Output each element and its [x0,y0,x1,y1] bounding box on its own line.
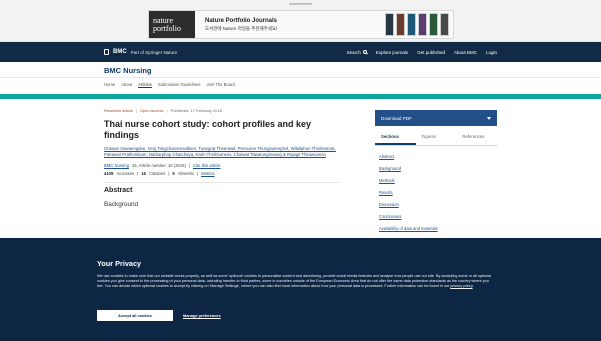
published-date: Published: 17 February 2016 [170,108,222,113]
manage-preferences-button[interactable]: Manage preferences [183,310,221,321]
nav-get-published[interactable]: Get published [417,50,445,55]
ad-banner[interactable]: nature portfolio Nature Portfolio Journa… [148,10,454,39]
article-main: Research article | Open Access | Publish… [104,108,339,208]
teal-divider [0,94,601,99]
search-icon [362,50,367,54]
cookie-body: We use cookies to make sure that our web… [97,274,492,288]
nav-login[interactable]: Login [486,50,497,55]
ad-title: Nature Portfolio Journals [205,17,278,24]
altmetric-count: 5 [172,171,175,176]
citations-count: 16 [141,171,147,176]
breadcrumb-submission-guidelines[interactable]: Submission Guidelines [158,82,201,87]
sidebar-tabs: Sections Figures References [375,130,497,146]
download-label: Download PDF [381,115,412,121]
breadcrumb-home[interactable]: Home [104,82,115,87]
separator: | [197,171,199,176]
journal-cover [385,13,394,36]
journal-covers [385,13,453,36]
brand[interactable]: BMC Part of Springer Nature [104,49,177,55]
section-link-discussion[interactable]: Discussion [379,202,497,207]
logo-line-2: portfolio [153,24,181,33]
altmetric-label: Altmetric [177,171,195,176]
metrics-row: 4109 Accesses | 16 Citations | 5 Altmetr… [104,171,339,176]
citations-label: Citations [149,171,166,176]
journal-cover [418,13,427,36]
top-navigation: Search Explore journals Get published Ab… [347,50,497,55]
accesses-label: Accesses [116,171,135,176]
background-heading: Background [104,201,139,208]
citation-meta: BMC Nursing 15, Article number: 10 (2016… [104,163,339,168]
article-type: Research article [104,108,133,113]
tab-figures[interactable]: Figures [416,130,457,145]
section-link-conclusions[interactable]: Conclusions [379,214,497,219]
metrics-link[interactable]: Metrics [201,171,215,176]
cookie-title: Your Privacy [97,259,142,268]
brand-name: BMC [113,49,127,55]
bmc-logo-icon [104,49,109,55]
ad-subtitle: 도서관에 Nature 저널을 추천해주세요! [205,25,278,31]
journal-cover [396,13,405,36]
tab-sections[interactable]: Sections [375,130,416,145]
brand-part: Part of Springer Nature [130,49,177,55]
section-list: Abstract Background Methods Results Disc… [375,154,497,231]
journal-cover [407,13,416,36]
nature-portfolio-logo: nature portfolio [149,11,195,38]
cite-article-link[interactable]: Cite this article [193,163,220,168]
section-link-background[interactable]: Background [379,166,497,171]
separator: | [135,108,137,113]
download-pdf-button[interactable]: Download PDF [375,110,497,126]
abstract-heading: Abstract [104,187,133,194]
volume-ref: 15, Article number: 10 (2016) [131,163,186,168]
breadcrumb: Home About Articles Submission Guideline… [104,82,235,87]
journal-cover [429,13,438,36]
privacy-policy-link[interactable]: privacy policy [450,284,472,288]
section-link-results[interactable]: Results [379,190,497,195]
download-icon [487,116,491,120]
nav-explore-journals[interactable]: Explore journals [376,50,408,55]
ad-label: Advertisement [289,2,312,6]
section-link-availability[interactable]: Availability of data and materials [379,226,497,231]
advertisement-strip: Advertisement nature portfolio Nature Po… [0,0,601,42]
ad-text: Nature Portfolio Journals 도서관에 Nature 저널… [195,18,385,32]
breadcrumb-articles[interactable]: Articles [138,82,152,87]
journal-link[interactable]: BMC Nursing [104,163,129,168]
separator: | [168,171,170,176]
accept-all-cookies-button[interactable]: Accept all cookies [97,310,173,321]
accesses-count: 4109 [104,171,114,176]
article-meta: Research article | Open Access | Publish… [104,108,339,113]
article-title: Thai nurse cohort study: cohort profiles… [104,119,312,140]
section-link-methods[interactable]: Methods [379,178,497,183]
nav-about-bmc[interactable]: About BMC [454,50,477,55]
journal-title[interactable]: BMC Nursing [104,66,152,75]
tab-references[interactable]: References [456,130,497,145]
cookie-banner: Your Privacy We use cookies to make sure… [0,238,601,341]
breadcrumb-about[interactable]: About [121,82,132,87]
search-label: Search [346,49,361,55]
search-link[interactable]: Search [347,50,367,55]
cookie-text: We use cookies to make sure that our web… [97,274,492,288]
separator: | [137,171,139,176]
site-header: BMC Part of Springer Nature Search Explo… [0,42,601,62]
open-access: Open Access [139,108,164,113]
sidebar: Download PDF Sections Figures References… [375,110,497,238]
separator: | [166,108,168,113]
breadcrumb-join-the-board[interactable]: Join The Board [206,82,234,87]
journal-cover [440,13,449,36]
separator: | [188,163,191,168]
journal-bar: BMC Nursing [0,62,601,78]
section-link-abstract[interactable]: Abstract [379,154,497,159]
divider [104,182,339,183]
author-list[interactable]: Orawan Sawaengdee, Viroj Tangcharoensath… [104,146,339,158]
